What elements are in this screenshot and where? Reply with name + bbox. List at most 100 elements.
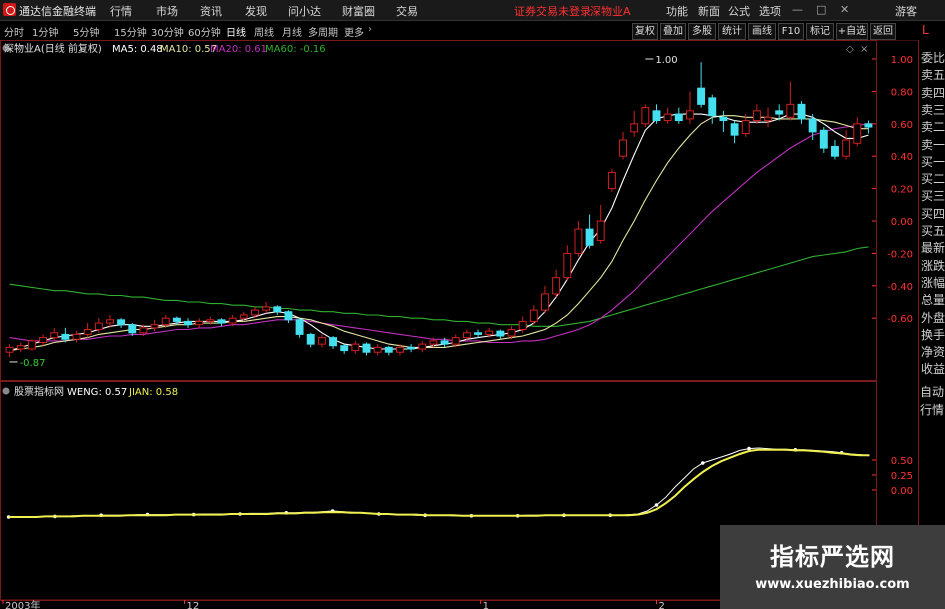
- close-icon[interactable]: ✕: [840, 3, 849, 16]
- candle-up: [641, 107, 650, 125]
- price-tick-label: 1.00: [891, 55, 913, 66]
- candle-up: [764, 116, 772, 122]
- menu-wenxiaoda[interactable]: 问小达: [288, 3, 321, 19]
- candle-up: [39, 337, 47, 344]
- candle-up: [552, 277, 561, 295]
- draw-line-button[interactable]: 画线: [748, 23, 776, 40]
- quote-label: 买四: [921, 206, 945, 221]
- chevron-right-icon[interactable]: ›: [368, 24, 372, 35]
- candle-up: [195, 320, 204, 326]
- quote-label: 换手: [921, 327, 945, 342]
- ma60-layer: [9, 246, 869, 327]
- add-watchlist-button[interactable]: +自选: [836, 23, 868, 40]
- back-button[interactable]: 返回: [870, 23, 896, 40]
- x-tick-label: 2: [659, 601, 665, 609]
- period-multi[interactable]: 多周期: [308, 24, 338, 39]
- period-more[interactable]: 更多: [344, 24, 364, 39]
- current-stock-name: 深物业A: [590, 5, 631, 18]
- quote-tab-0[interactable]: 自动: [920, 384, 944, 401]
- period-15min[interactable]: 15分钟: [114, 24, 147, 39]
- candle-down: [384, 346, 393, 353]
- quote-label: 卖二: [921, 120, 945, 135]
- legend-name: JIAN: [128, 387, 149, 398]
- quote-label: 卖三: [921, 102, 945, 117]
- price-tick-label: -0.20: [887, 249, 913, 260]
- series-weng-line: [8, 447, 870, 518]
- ma20-layer: [9, 123, 869, 344]
- candle-up: [529, 309, 538, 322]
- candle-up: [262, 306, 271, 311]
- period-weekly[interactable]: 周线: [254, 24, 274, 39]
- candle-down: [797, 103, 806, 120]
- menu-xuanxiang[interactable]: 选项: [759, 3, 781, 19]
- period-60min[interactable]: 60分钟: [188, 24, 221, 39]
- candle-up: [94, 322, 103, 331]
- candle-up: [752, 110, 761, 122]
- quote-label: 买五: [921, 224, 945, 238]
- ma20-line: [9, 123, 869, 344]
- statistics-button[interactable]: 统计: [718, 23, 746, 40]
- menu-gongshi[interactable]: 公式: [728, 3, 750, 19]
- user-label[interactable]: 游客: [895, 3, 917, 19]
- period-30min[interactable]: 30分钟: [151, 24, 184, 39]
- overlay-button[interactable]: 叠加: [660, 23, 686, 40]
- candle-down: [117, 319, 126, 326]
- candle-up: [596, 220, 605, 241]
- candle-down: [708, 97, 717, 117]
- candle-up: [574, 228, 583, 254]
- quote-label: 外盘: [921, 310, 945, 325]
- mark-button[interactable]: 标记: [806, 23, 834, 40]
- candle-up: [5, 346, 14, 353]
- candle-down: [674, 113, 683, 122]
- period-toolbar: 分时 1分钟 5分钟 15分钟 30分钟 60分钟 日线 周线 月线 多周期 更…: [0, 21, 945, 41]
- period-monthly[interactable]: 月线: [282, 24, 302, 39]
- candle-up: [106, 319, 114, 324]
- period-1min[interactable]: 1分钟: [32, 24, 58, 39]
- legend-value: 0.58: [156, 387, 178, 398]
- candle-down: [128, 324, 137, 334]
- candle-down: [172, 317, 181, 322]
- menu-xinmian[interactable]: 新面: [698, 3, 720, 19]
- menu-jiaoyi[interactable]: 交易: [396, 3, 418, 19]
- candle-up: [451, 337, 460, 345]
- menu-zixun[interactable]: 资讯: [200, 3, 222, 19]
- fuquan-button[interactable]: 复权: [632, 23, 658, 40]
- candle-up: [741, 120, 750, 135]
- candle-down: [61, 333, 70, 340]
- candle-up: [786, 103, 795, 118]
- ma10-line: [9, 115, 869, 352]
- quote-label: 涨幅: [921, 275, 945, 290]
- candle-down: [864, 123, 873, 128]
- ma60-line: [9, 246, 869, 327]
- minimize-icon[interactable]: —: [792, 3, 803, 16]
- candle-up: [251, 309, 259, 316]
- menu-shichang[interactable]: 市场: [156, 3, 178, 19]
- watermark-url: www.xuezhibiao.com: [755, 577, 910, 592]
- x-tick-label: 1: [483, 601, 489, 609]
- maximize-icon[interactable]: □: [816, 3, 826, 16]
- price-tick-label: 0.20: [891, 185, 913, 196]
- menu-faxian[interactable]: 发现: [245, 3, 267, 19]
- period-fenshi[interactable]: 分时: [4, 24, 24, 39]
- menu-gongneng[interactable]: 功能: [666, 3, 688, 19]
- menu-hangqing[interactable]: 行情: [110, 3, 132, 19]
- kline-chart-area[interactable]: 1.000.800.600.400.200.00-0.20-0.40-0.60 …: [0, 40, 918, 609]
- quote-label: 最新: [921, 241, 945, 256]
- panel-L-label: L: [922, 23, 929, 37]
- period-5min[interactable]: 5分钟: [73, 24, 99, 39]
- watermark-overlay: 指标严选网 www.xuezhibiao.com: [720, 525, 945, 609]
- quote-side-panel: 委比 卖五 卖四 卖三 卖二 卖一 买一 买二 买三 买四 买五 最新 涨跌 涨幅 总量 外盘 换手 净资 收益 自…: [918, 40, 945, 609]
- multi-stock-button[interactable]: 多股: [688, 23, 716, 40]
- menu-caifuquan[interactable]: 财富圈: [342, 3, 375, 19]
- f10-button[interactable]: F10: [778, 23, 804, 40]
- candle-up: [161, 317, 170, 326]
- legend-value: 0.57: [105, 387, 127, 398]
- sub-chart-title: 股票指标网: [14, 385, 64, 398]
- candle-up: [853, 123, 862, 144]
- legend-name: MA60: [265, 44, 293, 55]
- quote-tab-1[interactable]: 行情: [920, 402, 944, 419]
- login-status[interactable]: 证券交易未登录: [514, 3, 591, 19]
- candle-down: [295, 319, 304, 335]
- period-daily[interactable]: 日线: [226, 24, 246, 39]
- price-tick-label: -0.40: [887, 282, 913, 293]
